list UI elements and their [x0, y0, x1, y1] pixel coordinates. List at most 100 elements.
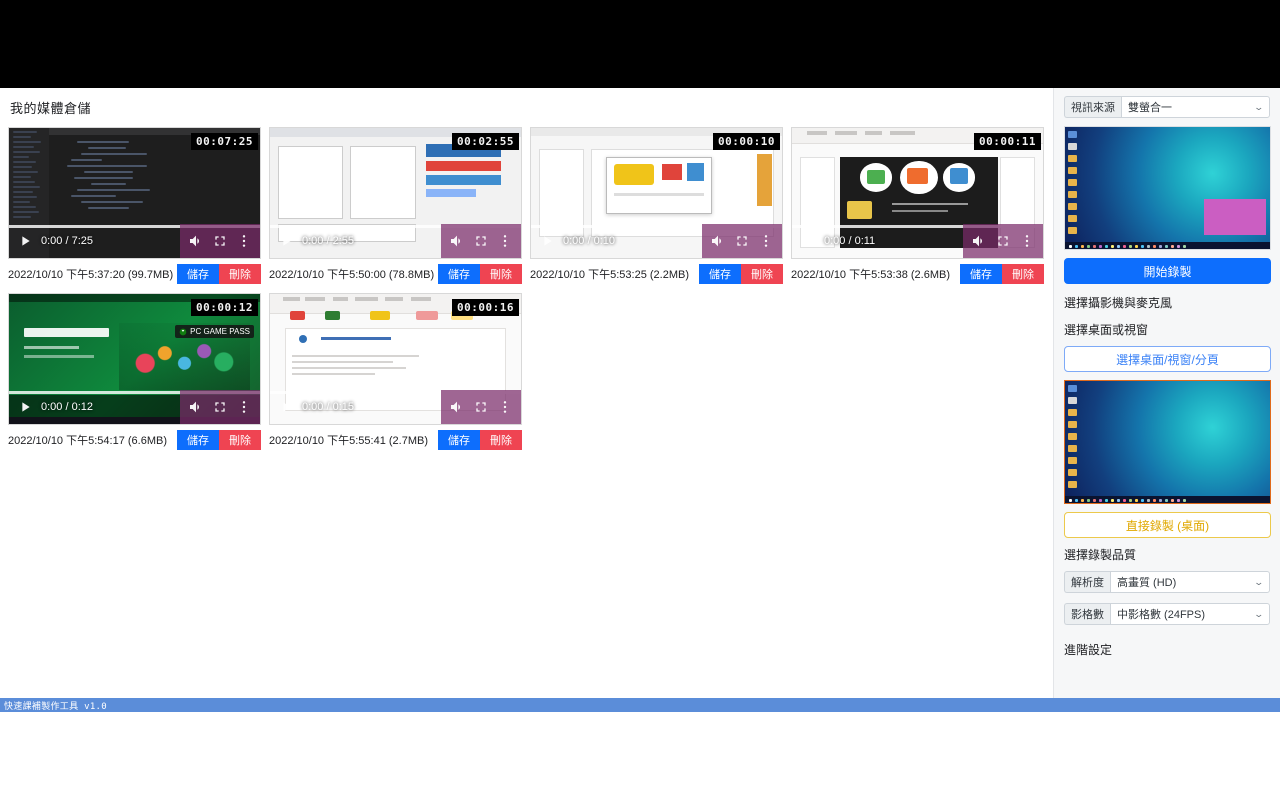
- fullscreen-icon[interactable]: [473, 233, 489, 249]
- fullscreen-icon[interactable]: [473, 399, 489, 415]
- delete-button[interactable]: 刪除: [219, 430, 261, 450]
- video-card[interactable]: PC GAME PASS 00:00:12 0:00 / 0:12 2022/1…: [8, 293, 261, 451]
- fullscreen-icon[interactable]: [995, 233, 1011, 249]
- delete-button[interactable]: 刪除: [741, 264, 783, 284]
- video-thumbnail[interactable]: 00:00:11 0:00 / 0:11: [791, 127, 1044, 259]
- duration-badge: 00:00:11: [974, 133, 1041, 150]
- volume-icon[interactable]: [449, 399, 465, 415]
- delete-button[interactable]: 刪除: [480, 264, 522, 284]
- time-display: 0:00 / 0:15: [302, 401, 354, 413]
- page-body: 我的媒體倉儲 00:07:25 0:00 / 7:25 2022/10/10 下…: [0, 88, 1280, 698]
- framerate-select[interactable]: 中影格數 (24FPS) ⌄: [1110, 603, 1270, 625]
- save-button[interactable]: 儲存: [960, 264, 1002, 284]
- fullscreen-icon[interactable]: [734, 233, 750, 249]
- player-controls[interactable]: 0:00 / 0:12: [9, 390, 260, 424]
- video-thumbnail[interactable]: PC GAME PASS 00:00:12 0:00 / 0:12: [8, 293, 261, 425]
- time-display: 0:00 / 0:12: [41, 401, 93, 413]
- play-icon[interactable]: [17, 233, 33, 249]
- video-card[interactable]: 00:07:25 0:00 / 7:25 2022/10/10 下午5:37:2…: [8, 127, 261, 285]
- delete-button[interactable]: 刪除: [219, 264, 261, 284]
- start-record-button[interactable]: 開始錄製: [1064, 258, 1271, 284]
- delete-button[interactable]: 刪除: [480, 430, 522, 450]
- video-card[interactable]: 00:00:10 0:00 / 0:10 2022/10/10 下午5:53:2…: [530, 127, 783, 285]
- video-card[interactable]: 00:02:55 0:00 / 2:55 2022/10/10 下午5:50:0…: [269, 127, 522, 285]
- direct-record-button[interactable]: 直接錄製 (桌面): [1064, 512, 1271, 538]
- save-button[interactable]: 儲存: [438, 264, 480, 284]
- desktop-wallpaper: [1065, 127, 1270, 249]
- volume-icon[interactable]: [188, 399, 204, 415]
- source-preview-primary[interactable]: [1064, 126, 1271, 250]
- recording-sidebar: 視訊來源 雙螢合一 ⌄ 開始錄製 選擇攝影機與麥克風 選擇桌面或視窗 選擇桌面/…: [1053, 88, 1280, 698]
- framerate-label: 影格數: [1064, 603, 1110, 625]
- app-root: 我的媒體倉儲 00:07:25 0:00 / 7:25 2022/10/10 下…: [0, 0, 1280, 800]
- kebab-menu-icon[interactable]: [236, 399, 252, 415]
- player-controls[interactable]: 0:00 / 0:15: [270, 390, 521, 424]
- video-meta-row: 2022/10/10 下午5:53:25 (2.2MB) 儲存 刪除: [530, 263, 783, 285]
- video-grid: 00:07:25 0:00 / 7:25 2022/10/10 下午5:37:2…: [8, 127, 1053, 451]
- kebab-menu-icon[interactable]: [758, 233, 774, 249]
- resolution-row[interactable]: 解析度 高畫質 (HD) ⌄: [1064, 571, 1270, 593]
- choose-source-button[interactable]: 選擇桌面/視窗/分頁: [1064, 346, 1271, 372]
- save-button[interactable]: 儲存: [699, 264, 741, 284]
- video-timestamp: 2022/10/10 下午5:53:25 (2.2MB): [530, 269, 689, 281]
- play-icon[interactable]: [278, 399, 294, 415]
- framerate-row[interactable]: 影格數 中影格數 (24FPS) ⌄: [1064, 603, 1270, 625]
- video-thumbnail[interactable]: 00:02:55 0:00 / 2:55: [269, 127, 522, 259]
- video-meta-row: 2022/10/10 下午5:50:00 (78.8MB) 儲存 刪除: [269, 263, 522, 285]
- play-icon[interactable]: [539, 233, 555, 249]
- player-controls[interactable]: 0:00 / 2:55: [270, 224, 521, 258]
- framerate-value: 中影格數 (24FPS): [1117, 609, 1206, 621]
- player-controls[interactable]: 0:00 / 0:10: [531, 224, 782, 258]
- video-card[interactable]: 00:00:11 0:00 / 0:11 2022/10/10 下午5:53:3…: [791, 127, 1044, 285]
- resolution-select[interactable]: 高畫質 (HD) ⌄: [1110, 571, 1270, 593]
- video-source-select[interactable]: 雙螢合一 ⌄: [1121, 96, 1270, 118]
- player-controls[interactable]: 0:00 / 7:25: [9, 224, 260, 258]
- video-timestamp: 2022/10/10 下午5:53:38 (2.6MB): [791, 269, 950, 281]
- volume-icon[interactable]: [710, 233, 726, 249]
- fullscreen-icon[interactable]: [212, 399, 228, 415]
- chevron-down-icon: ⌄: [1253, 576, 1265, 587]
- player-controls[interactable]: 0:00 / 0:11: [792, 224, 1043, 258]
- video-thumbnail[interactable]: 00:00:16 0:00 / 0:15: [269, 293, 522, 425]
- desktop-wallpaper: [1065, 381, 1270, 503]
- kebab-menu-icon[interactable]: [236, 233, 252, 249]
- volume-icon[interactable]: [449, 233, 465, 249]
- kebab-menu-icon[interactable]: [497, 233, 513, 249]
- bottom-filler: [0, 712, 1280, 800]
- fullscreen-icon[interactable]: [212, 233, 228, 249]
- video-thumbnail[interactable]: 00:00:10 0:00 / 0:10: [530, 127, 783, 259]
- top-black-bar: [0, 0, 1280, 88]
- resolution-value: 高畫質 (HD): [1117, 577, 1177, 589]
- time-display: 0:00 / 0:11: [824, 235, 876, 247]
- advanced-settings-link[interactable]: 進階設定: [1064, 641, 1270, 658]
- taskbar: [1065, 242, 1270, 249]
- play-icon[interactable]: [800, 233, 816, 249]
- volume-icon[interactable]: [188, 233, 204, 249]
- save-button[interactable]: 儲存: [177, 430, 219, 450]
- video-meta-row: 2022/10/10 下午5:55:41 (2.7MB) 儲存 刪除: [269, 429, 522, 451]
- save-button[interactable]: 儲存: [177, 264, 219, 284]
- desktop-window-heading: 選擇桌面或視窗: [1064, 323, 1149, 337]
- delete-button[interactable]: 刪除: [1002, 264, 1044, 284]
- video-timestamp: 2022/10/10 下午5:55:41 (2.7MB): [269, 435, 428, 447]
- play-icon[interactable]: [278, 233, 294, 249]
- kebab-menu-icon[interactable]: [1019, 233, 1035, 249]
- video-card[interactable]: 00:00:16 0:00 / 0:15 2022/10/10 下午5:55:4…: [269, 293, 522, 451]
- media-library-panel: 我的媒體倉儲 00:07:25 0:00 / 7:25 2022/10/10 下…: [0, 88, 1053, 698]
- source-preview-secondary[interactable]: [1064, 380, 1271, 504]
- video-thumbnail[interactable]: 00:07:25 0:00 / 7:25: [8, 127, 261, 259]
- duration-badge: 00:07:25: [191, 133, 258, 150]
- kebab-menu-icon[interactable]: [497, 399, 513, 415]
- quality-heading: 選擇錄製品質: [1064, 548, 1137, 562]
- duration-badge: 00:00:16: [452, 299, 519, 316]
- time-display: 0:00 / 0:10: [563, 235, 615, 247]
- chevron-down-icon: ⌄: [1253, 101, 1265, 112]
- xbox-icon: [179, 328, 187, 335]
- volume-icon[interactable]: [971, 233, 987, 249]
- save-button[interactable]: 儲存: [438, 430, 480, 450]
- resolution-label: 解析度: [1064, 571, 1110, 593]
- video-source-label: 視訊來源: [1064, 96, 1121, 118]
- page-title: 我的媒體倉儲: [10, 101, 92, 116]
- video-source-row[interactable]: 視訊來源 雙螢合一 ⌄: [1064, 96, 1270, 118]
- play-icon[interactable]: [17, 399, 33, 415]
